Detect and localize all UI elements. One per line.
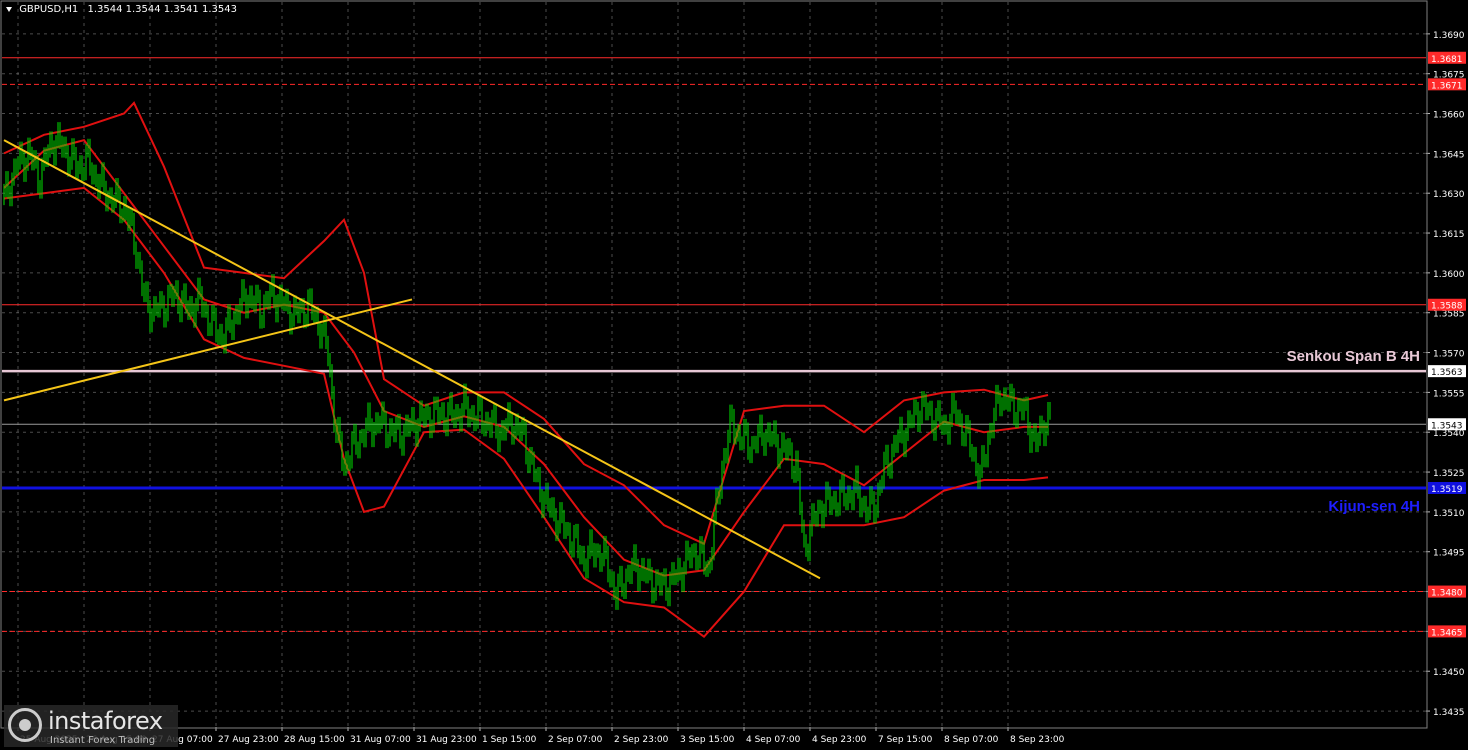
x-tick-label: 7 Sep 15:00 — [878, 735, 933, 745]
logo-name: instaforex — [48, 707, 163, 735]
level-price-label: 1.3588 — [1431, 302, 1463, 312]
x-tick-label: 2 Sep 07:00 — [548, 735, 603, 745]
level-price-label: 1.3671 — [1431, 81, 1463, 91]
x-tick-label: 1 Sep 15:00 — [482, 735, 537, 745]
y-tick-label: 1.3435 — [1433, 708, 1465, 718]
y-tick-label: 1.3645 — [1433, 150, 1465, 160]
x-tick-label: 8 Sep 07:00 — [944, 735, 999, 745]
x-tick-label: 2 Sep 23:00 — [614, 735, 669, 745]
y-tick-label: 1.3495 — [1433, 549, 1465, 559]
x-tick-label: 8 Sep 23:00 — [1010, 735, 1065, 745]
level-name-label: Senkou Span B 4H — [1287, 348, 1420, 365]
y-tick-label: 1.3615 — [1433, 230, 1465, 240]
symbol-label: GBPUSD,H1 — [19, 4, 79, 15]
x-tick-label: 3 Sep 15:00 — [680, 735, 735, 745]
x-tick-label: 31 Aug 23:00 — [416, 735, 477, 745]
level-price-label: 1.3681 — [1431, 55, 1463, 65]
chart-header: GBPUSD,H1 1.3544 1.3544 1.3541 1.3543 — [6, 4, 237, 15]
instaforex-logo: instaforex Instant Forex Trading — [4, 705, 178, 747]
level-price-label: 1.3519 — [1431, 485, 1463, 495]
ohlc-readout: 1.3544 1.3544 1.3541 1.3543 — [87, 4, 237, 15]
level-price-label: 1.3563 — [1431, 368, 1463, 378]
price-chart: Senkou Span B 4H Kijun-sen 4H 1.3690 1.367… — [0, 0, 1468, 750]
level-price-label: 1.3465 — [1431, 628, 1463, 638]
y-tick-label: 1.3630 — [1433, 190, 1465, 200]
x-tick-label: 4 Sep 23:00 — [812, 735, 867, 745]
y-tick-label: 1.3510 — [1433, 509, 1465, 519]
y-tick-label: 1.3660 — [1433, 111, 1465, 121]
level-name-label: Kijun-sen 4H — [1328, 498, 1420, 515]
y-tick-label: 1.3570 — [1433, 350, 1465, 360]
y-tick-label: 1.3525 — [1433, 469, 1465, 479]
x-tick-label: 27 Aug 23:00 — [218, 735, 279, 745]
current-price-label: 1.3543 — [1431, 421, 1463, 431]
instaforex-logo-icon — [8, 708, 42, 742]
level-price-label: 1.3480 — [1431, 589, 1463, 599]
x-tick-label: 28 Aug 15:00 — [284, 735, 345, 745]
y-tick-label: 1.3450 — [1433, 668, 1465, 678]
dropdown-triangle-icon[interactable] — [6, 6, 12, 12]
y-tick-label: 1.3555 — [1433, 389, 1465, 399]
logo-tagline: Instant Forex Trading — [50, 735, 156, 746]
x-tick-label: 4 Sep 07:00 — [746, 735, 801, 745]
y-tick-label: 1.3600 — [1433, 270, 1465, 280]
y-tick-label: 1.3690 — [1433, 31, 1465, 41]
x-tick-label: 31 Aug 07:00 — [350, 735, 411, 745]
